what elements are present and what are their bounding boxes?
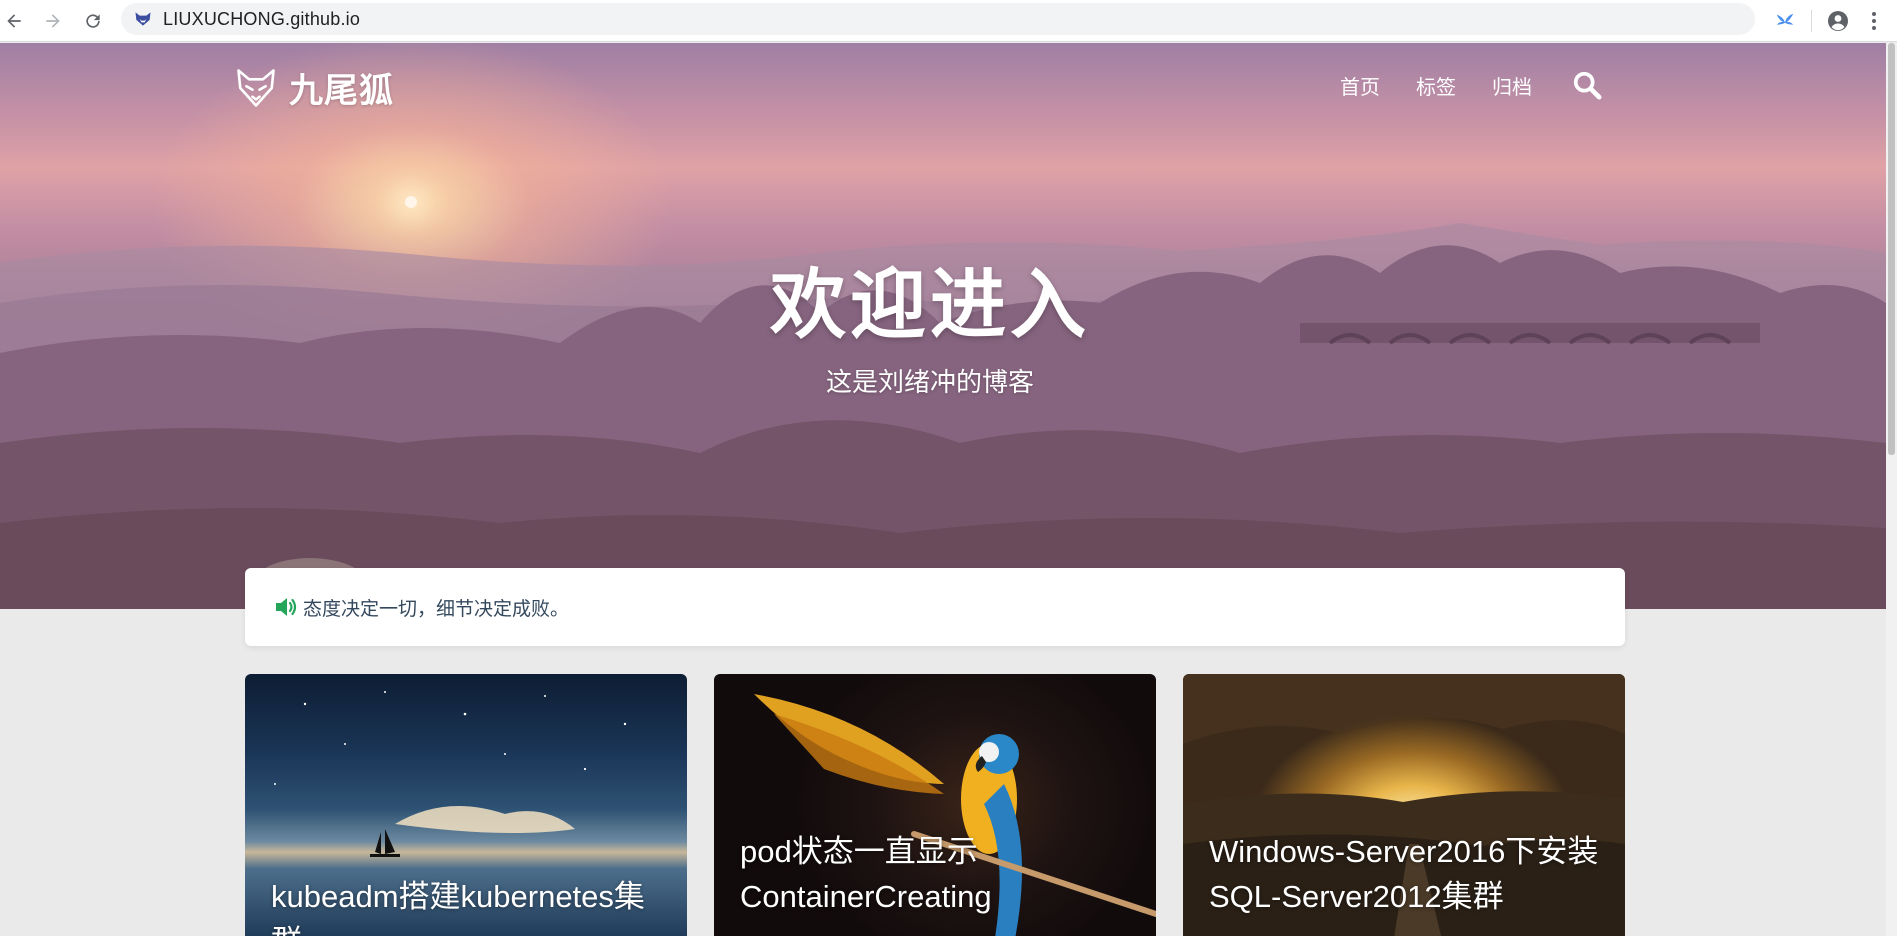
extension-bird-icon — [1776, 13, 1794, 25]
fox-icon — [237, 68, 275, 107]
nav-tags-link[interactable]: 标签 — [1416, 71, 1456, 100]
post-title: pod状态一直显示ContainerCreating — [740, 834, 992, 914]
hero-banner: 九尾狐 首页 标签 归档 欢迎进入 这是刘绪冲的博客 — [0, 43, 1886, 609]
notice-text: 态度决定一切，细节决定成败。 — [303, 598, 570, 620]
url-text: LIUXUCHONG.github.io — [163, 8, 361, 29]
post-title: Windows-Server2016下安装SQL-Server2012集群 — [1209, 834, 1599, 914]
speaker-icon — [276, 598, 297, 616]
site-navigation: 首页 标签 归档 — [1340, 70, 1602, 100]
hero-title: 欢迎进入 — [770, 263, 1090, 348]
reload-button[interactable] — [79, 7, 107, 35]
nav-home-link[interactable]: 首页 — [1340, 71, 1380, 100]
account-circle-icon — [1828, 11, 1848, 31]
address-bar[interactable]: LIUXUCHONG.github.io — [121, 3, 1755, 35]
extension-button[interactable] — [1771, 7, 1799, 35]
post-title: kubeadm搭建kubernetes集群 — [271, 879, 645, 936]
nav-archive-link[interactable]: 归档 — [1492, 71, 1532, 100]
reload-icon — [86, 14, 100, 28]
browser-toolbar: LIUXUCHONG.github.io — [0, 0, 1897, 42]
back-button[interactable] — [0, 7, 28, 35]
site-logo[interactable]: 九尾狐 — [235, 63, 394, 112]
profile-button[interactable] — [1824, 7, 1852, 35]
hero-subtitle: 这是刘绪冲的博客 — [825, 367, 1034, 397]
site-title: 九尾狐 — [289, 72, 394, 110]
post-card[interactable]: Windows-Server2016下安装SQL-Server2012集群 — [1183, 674, 1625, 936]
arrow-left-icon — [7, 14, 21, 28]
browser-menu-button[interactable] — [1864, 7, 1884, 35]
scrollbar-thumb[interactable] — [1888, 43, 1895, 455]
vertical-dots-icon — [1872, 12, 1876, 30]
page-scrollbar[interactable] — [1886, 43, 1897, 936]
arrow-right-icon — [46, 14, 60, 28]
forward-button[interactable] — [39, 7, 67, 35]
search-icon[interactable] — [1572, 70, 1602, 100]
site-favicon-icon — [135, 12, 151, 26]
toolbar-divider — [1811, 10, 1812, 32]
notice-bar: 态度决定一切，细节决定成败。 — [245, 568, 1625, 646]
page-viewport: 九尾狐 首页 标签 归档 欢迎进入 这是刘绪冲的博客 态度决定一切，细节决定成败… — [0, 43, 1886, 936]
post-card[interactable]: pod状态一直显示ContainerCreating — [714, 674, 1156, 936]
post-card[interactable]: kubeadm搭建kubernetes集群 — [245, 674, 687, 936]
